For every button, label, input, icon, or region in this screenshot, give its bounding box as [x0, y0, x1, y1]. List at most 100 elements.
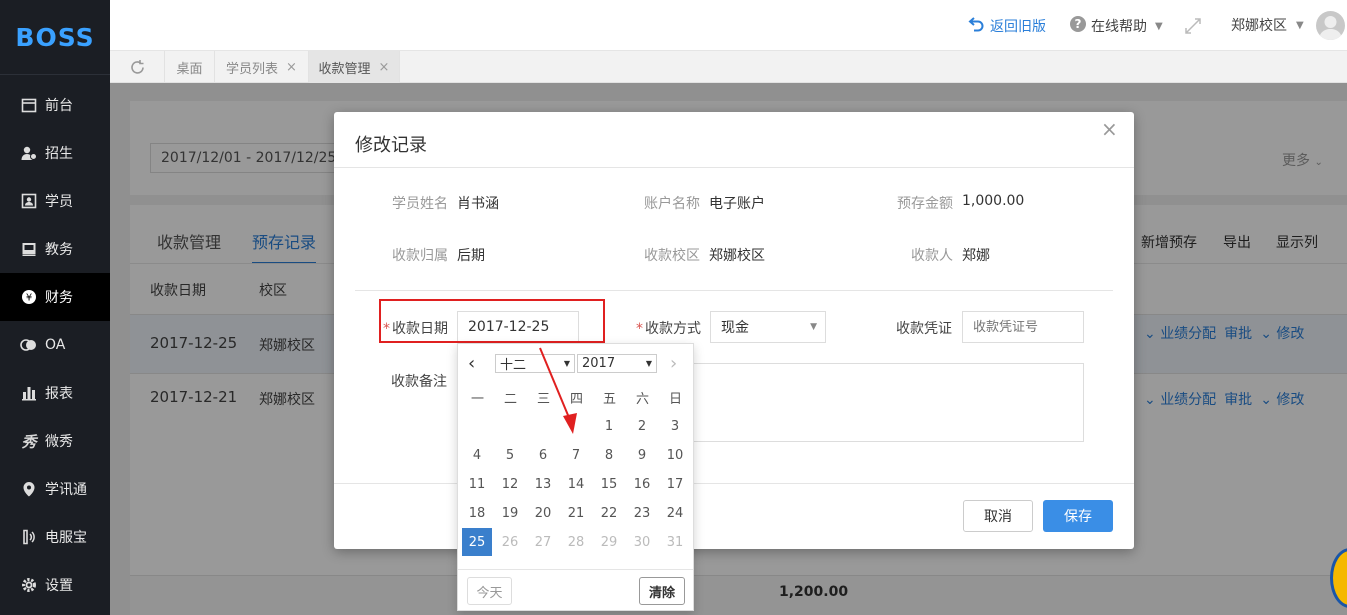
day-cell[interactable]: 27 [528, 528, 558, 556]
svg-text:¥: ¥ [26, 293, 32, 304]
clear-button[interactable]: 清除 [639, 577, 685, 605]
tab-payment-management[interactable]: 收款管理 × [309, 51, 400, 83]
tab-desktop[interactable]: 桌面 [165, 51, 215, 83]
sidebar-item-label: 学员 [45, 194, 73, 210]
sidebar-item-caiwu[interactable]: ¥ 财务 [0, 273, 110, 321]
cancel-button[interactable]: 取消 [963, 500, 1033, 532]
sidebar-item-xueyuan[interactable]: 学员 [0, 177, 110, 225]
day-cell[interactable]: 1 [594, 412, 624, 440]
weekday-label: 二 [503, 392, 517, 407]
day-cell[interactable]: 22 [594, 499, 624, 527]
payment-method-select[interactable]: 现金 ▼ [710, 311, 826, 343]
sidebar-item-label: OA [45, 337, 66, 353]
user-add-icon [20, 144, 38, 162]
weekday-label: 六 [635, 392, 649, 407]
question-icon: ? [1069, 15, 1087, 37]
caret-down-icon: ▼ [810, 322, 817, 332]
day-cell[interactable]: 4 [462, 441, 492, 469]
prev-month-icon[interactable]: ‹ [468, 353, 475, 374]
day-cell[interactable]: 23 [627, 499, 657, 527]
day-cell[interactable]: 3 [660, 412, 690, 440]
day-cell[interactable]: 18 [462, 499, 492, 527]
chevron-down-icon: ▼ [1155, 20, 1163, 32]
weixiu-icon: 秀 [21, 432, 37, 451]
divider [458, 569, 693, 570]
day-cell[interactable]: 13 [528, 470, 558, 498]
payee-label: 收款人 [911, 248, 953, 264]
deposit-amount-label: 预存金额 [897, 196, 953, 212]
annotation-arrow [539, 347, 577, 434]
close-icon[interactable]: × [286, 60, 297, 75]
sidebar-item-oa[interactable]: OA [0, 321, 110, 369]
sidebar-item-jiaowu[interactable]: 教务 [0, 225, 110, 273]
day-cell[interactable]: 8 [594, 441, 624, 469]
day-cell[interactable]: 20 [528, 499, 558, 527]
sidebar-item-baobiao[interactable]: 报表 [0, 369, 110, 417]
sidebar-item-shezhi[interactable]: 设置 [0, 561, 110, 609]
divider [355, 290, 1113, 291]
online-help-menu[interactable]: ? 在线帮助 ▼ [1069, 15, 1163, 37]
sidebar-item-label: 前台 [45, 98, 73, 114]
sidebar-item-weixiu[interactable]: 秀 微秀 [0, 417, 110, 465]
day-cell[interactable]: 7 [561, 441, 591, 469]
day-cell[interactable]: 6 [528, 441, 558, 469]
refresh-icon[interactable] [110, 51, 165, 83]
day-cell[interactable]: 19 [495, 499, 525, 527]
next-month-icon[interactable]: › [670, 353, 677, 374]
day-cell[interactable]: 9 [627, 441, 657, 469]
account-name-value: 电子账户 [709, 196, 765, 212]
calendar-icon [20, 96, 38, 114]
sidebar-item-label: 电服宝 [45, 530, 87, 546]
back-old-version-link[interactable]: 返回旧版 [968, 15, 1046, 36]
svg-text:?: ? [1075, 17, 1082, 31]
day-cell[interactable]: 25 [462, 528, 492, 556]
day-cell[interactable]: 28 [561, 528, 591, 556]
divider [334, 167, 1134, 168]
online-help-label: 在线帮助 [1091, 19, 1147, 35]
location-icon [20, 480, 38, 498]
day-cell[interactable]: 26 [495, 528, 525, 556]
day-cell[interactable]: 17 [660, 470, 690, 498]
day-cell[interactable]: 10 [660, 441, 690, 469]
campus-switcher[interactable]: 郑娜校区 ▼ [1231, 15, 1304, 35]
day-cell[interactable]: 31 [660, 528, 690, 556]
day-cell[interactable]: 12 [495, 470, 525, 498]
payment-voucher-input[interactable] [962, 311, 1084, 343]
day-cell[interactable]: 24 [660, 499, 690, 527]
required-mark: * [636, 321, 643, 337]
sidebar-item-dianfubao[interactable]: 电服宝 [0, 513, 110, 561]
payment-campus-value: 郑娜校区 [709, 248, 765, 264]
day-cell[interactable]: 30 [627, 528, 657, 556]
day-cell[interactable]: 29 [594, 528, 624, 556]
day-cell[interactable]: 11 [462, 470, 492, 498]
sidebar-item-qiantai[interactable]: 前台 [0, 81, 110, 129]
day-cell[interactable]: 21 [561, 499, 591, 527]
weekday-label: 日 [668, 392, 682, 407]
month-value: 十二 [500, 358, 527, 373]
close-icon[interactable]: × [379, 60, 390, 75]
close-icon[interactable]: × [1101, 117, 1118, 141]
today-button[interactable]: 今天 [467, 577, 512, 605]
sidebar-item-zhaosheng[interactable]: 招生 [0, 129, 110, 177]
avatar[interactable] [1316, 11, 1345, 40]
boss-logo[interactable]: BOSS [0, 0, 110, 75]
day-cell[interactable]: 14 [561, 470, 591, 498]
weekday-label: 五 [602, 392, 616, 407]
day-cell[interactable]: 5 [495, 441, 525, 469]
payment-remark-label: 收款备注 [391, 374, 447, 390]
sidebar-item-label: 设置 [45, 578, 73, 594]
payment-belong-label: 收款归属 [392, 248, 448, 264]
yen-icon: ¥ [20, 288, 38, 306]
payment-voucher-label: 收款凭证 [896, 321, 952, 337]
day-cell[interactable]: 15 [594, 470, 624, 498]
book-icon [20, 240, 38, 258]
sidebar-item-xuexuntong[interactable]: 学讯通 [0, 465, 110, 513]
day-cell[interactable]: 16 [627, 470, 657, 498]
sidebar-item-label: 微秀 [45, 434, 73, 450]
save-button[interactable]: 保存 [1043, 500, 1113, 532]
tab-student-list[interactable]: 学员列表 × [215, 51, 309, 83]
fullscreen-icon[interactable] [1184, 17, 1202, 35]
chevron-down-icon: ▼ [1296, 19, 1304, 31]
weekday-label: 一 [470, 392, 484, 407]
day-cell[interactable]: 2 [627, 412, 657, 440]
